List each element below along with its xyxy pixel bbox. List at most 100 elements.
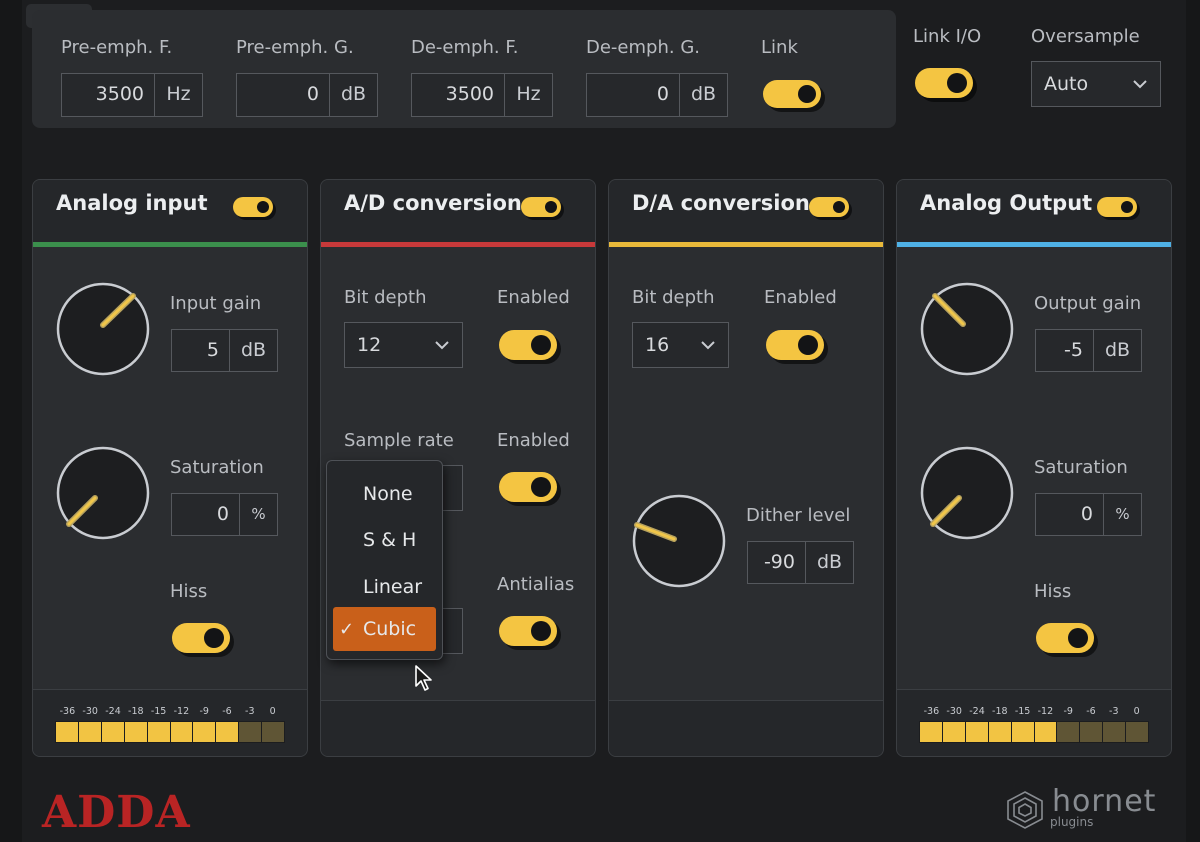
link-label: Link [761, 37, 798, 58]
output-saturation-knob[interactable] [917, 443, 1017, 543]
saturation-unit: % [239, 494, 277, 535]
output-gain-field[interactable]: -5 dB [1035, 329, 1142, 372]
output-gain-label: Output gain [1034, 293, 1142, 314]
meter-segment [56, 722, 78, 742]
da-bit-depth-value: 16 [645, 334, 670, 356]
input-level-meter [55, 721, 285, 743]
meter-segment [239, 722, 262, 742]
antialias-toggle[interactable] [499, 616, 557, 646]
ad-footer [321, 700, 595, 756]
hiss-label: Hiss [170, 581, 208, 602]
analog-output-title: Analog Output [920, 191, 1093, 215]
output-gain-value[interactable]: -5 [1036, 330, 1093, 371]
plugins-wordmark: plugins [1050, 815, 1094, 829]
de-emph-f-label: De-emph. F. [411, 37, 519, 58]
meter-segment [216, 722, 239, 742]
ad-enable-toggle[interactable] [521, 197, 561, 217]
analog-input-enable-toggle[interactable] [233, 197, 273, 217]
meter-segment [124, 722, 147, 742]
output-gain-knob[interactable] [917, 279, 1017, 379]
left-edge [0, 0, 22, 842]
de-emph-g-value[interactable]: 0 [587, 74, 679, 116]
link-io-toggle[interactable] [915, 68, 973, 98]
de-emph-f-field[interactable]: 3500 Hz [411, 73, 553, 117]
pre-emph-f-unit: Hz [154, 74, 202, 116]
option-label: Cubic [363, 618, 417, 640]
meter-segment [1011, 722, 1034, 742]
meter-tick-label: -24 [969, 706, 985, 717]
output-hiss-label: Hiss [1034, 581, 1072, 602]
dither-level-knob[interactable] [629, 491, 729, 591]
da-conversion-title: D/A conversion [632, 191, 810, 215]
oversample-value: Auto [1044, 73, 1089, 95]
de-emph-g-field[interactable]: 0 dB [586, 73, 728, 117]
output-hiss-toggle[interactable] [1036, 623, 1094, 653]
dither-level-field[interactable]: -90 dB [747, 541, 854, 584]
pre-emph-g-value[interactable]: 0 [237, 74, 329, 116]
analog-input-accent-bar [33, 242, 307, 247]
meter-tick-label: -15 [150, 706, 167, 717]
interpolation-option-linear[interactable]: Linear [333, 565, 436, 609]
de-emph-g-label: De-emph. G. [586, 37, 700, 58]
meter-segment [942, 722, 965, 742]
saturation-value[interactable]: 0 [172, 494, 239, 535]
da-bit-enabled-toggle[interactable] [766, 330, 824, 360]
input-gain-field[interactable]: 5 dB [171, 329, 278, 372]
meter-tick-label: -36 [59, 706, 76, 717]
option-label: None [363, 483, 413, 505]
dither-level-unit: dB [805, 542, 853, 583]
meter-segment [920, 722, 942, 742]
analog-input-title: Analog input [56, 191, 208, 215]
saturation-knob[interactable] [53, 443, 153, 543]
option-label: S & H [363, 529, 417, 551]
da-bit-depth-label: Bit depth [632, 287, 715, 308]
sr-enabled-label: Enabled [497, 430, 570, 451]
output-saturation-field[interactable]: 0 % [1035, 493, 1142, 536]
hiss-toggle[interactable] [172, 623, 230, 653]
meter-segment [1126, 722, 1149, 742]
sr-enabled-toggle[interactable] [499, 472, 557, 502]
ad-bit-enabled-toggle[interactable] [499, 330, 557, 360]
hornet-plugins-logo: hornet plugins [1004, 784, 1155, 834]
ad-accent-bar [321, 242, 595, 247]
dither-level-value[interactable]: -90 [748, 542, 805, 583]
output-level-meter [919, 721, 1149, 743]
da-enable-toggle[interactable] [809, 197, 849, 217]
pre-emph-g-label: Pre-emph. G. [236, 37, 354, 58]
saturation-field[interactable]: 0 % [171, 493, 278, 536]
saturation-label: Saturation [170, 457, 264, 478]
da-bit-depth-select[interactable]: 16 [632, 322, 729, 368]
input-gain-value[interactable]: 5 [172, 330, 229, 371]
interpolation-option-sh[interactable]: S & H [333, 518, 436, 562]
da-accent-bar [609, 242, 883, 247]
input-gain-knob[interactable] [53, 279, 153, 379]
oversample-label: Oversample [1031, 26, 1140, 47]
output-saturation-value[interactable]: 0 [1036, 494, 1103, 535]
de-emph-f-value[interactable]: 3500 [412, 74, 504, 116]
pre-emph-g-field[interactable]: 0 dB [236, 73, 378, 117]
ad-bit-enabled-label: Enabled [497, 287, 570, 308]
link-io-label: Link I/O [913, 26, 982, 47]
interpolation-option-none[interactable]: None [333, 472, 436, 516]
meter-segment [147, 722, 170, 742]
pre-emph-f-field[interactable]: 3500 Hz [61, 73, 203, 117]
pre-emph-f-label: Pre-emph. F. [61, 37, 173, 58]
meter-tick-label: -9 [1063, 706, 1073, 717]
link-toggle[interactable] [763, 80, 821, 108]
output-meter-scale: -36 -30 -24 -18 -15 -12 -9 -6 -3 0 [920, 706, 1148, 718]
analog-output-enable-toggle[interactable] [1097, 197, 1137, 217]
dither-level-label: Dither level [746, 505, 851, 526]
analog-input-panel: Analog input Input gain 5 dB Saturation … [32, 179, 308, 757]
emphasis-panel: Pre-emph. F. 3500 Hz Pre-emph. G. 0 dB D… [32, 10, 896, 128]
hornet-wordmark: hornet [1052, 784, 1157, 819]
meter-segment [262, 722, 285, 742]
interpolation-option-cubic[interactable]: ✓ Cubic [333, 607, 436, 651]
meter-segment [965, 722, 988, 742]
meter-tick-label: -3 [1109, 706, 1119, 717]
interpolation-dropdown: None S & H Linear ✓ Cubic [326, 460, 443, 660]
oversample-select[interactable]: Auto [1031, 61, 1161, 107]
pre-emph-f-value[interactable]: 3500 [62, 74, 154, 116]
meter-segment [170, 722, 193, 742]
chevron-down-icon [435, 341, 449, 350]
ad-bit-depth-select[interactable]: 12 [344, 322, 463, 368]
